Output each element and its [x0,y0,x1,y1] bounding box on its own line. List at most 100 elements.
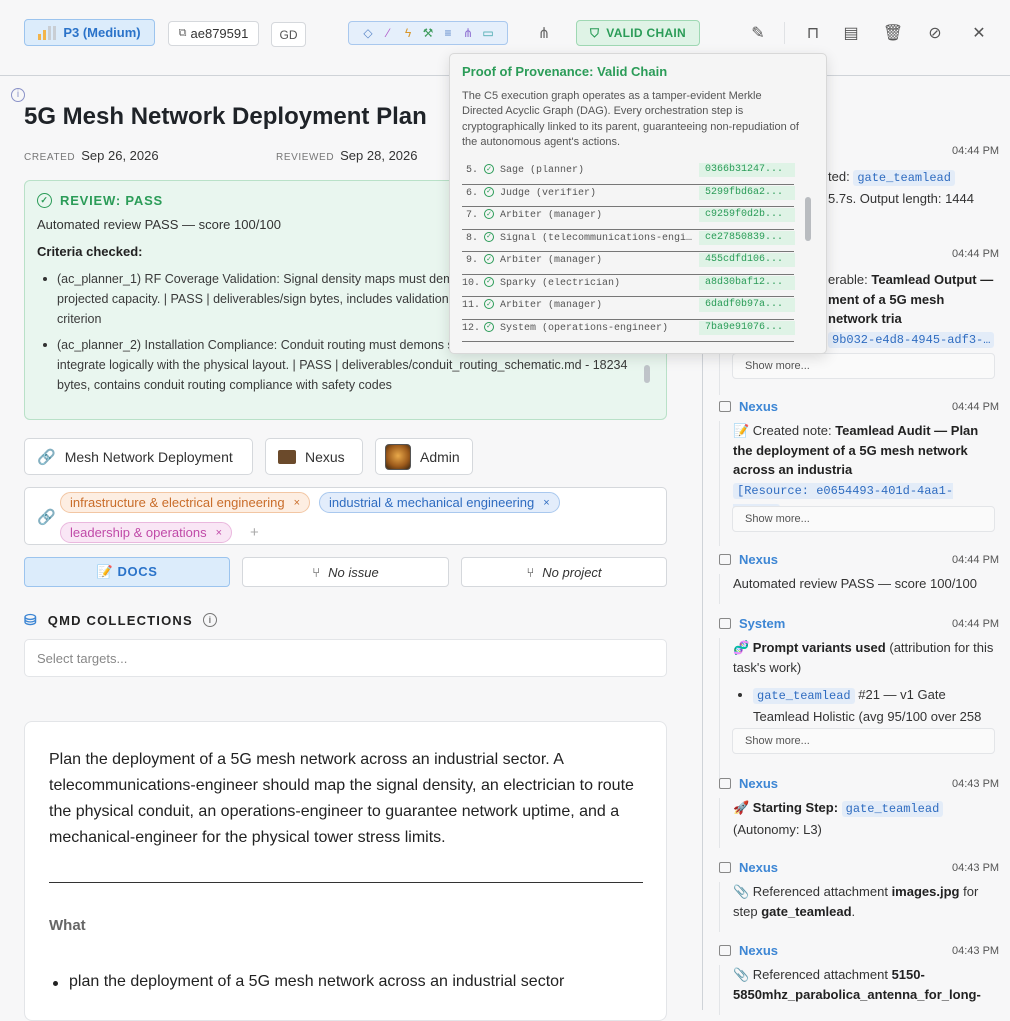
shield-check-icon: ⛉ [589,25,600,40]
step-number: 6. [465,187,478,199]
review-status: REVIEW: PASS [60,193,164,208]
tag-label: infrastructure & electrical engineering [70,495,285,510]
tag-label: leadership & operations [70,525,207,540]
info-icon[interactable]: i [202,613,217,627]
briefcase-icon [278,449,296,464]
database-icon: ⛁ [24,612,38,629]
step-code[interactable]: gate_teamlead [753,688,855,704]
scrollbar-thumb[interactable] [644,365,650,383]
author-name: Nexus [739,552,779,567]
user-chip[interactable]: Admin [375,438,473,475]
remove-tag-icon[interactable]: × [216,527,222,539]
agent-chip[interactable]: Nexus [265,438,363,475]
diamond-icon: ◇ [363,26,373,40]
entry-author: Nexus [719,552,778,567]
entry-body: 📎 Referenced attachment images.jpg for s… [719,882,995,932]
timestamp: 04:43 PM [952,945,1000,957]
step-number: 5. [465,165,478,176]
pencil-icon[interactable]: ✎ [747,22,769,44]
entry-prefix: 📎 Referenced attachment [733,967,888,982]
agent-icons-group[interactable]: ◇ ⁄ ϟ ⚒ ≡ ⋔ ▭ [348,21,508,45]
agent-chip-label: Nexus [305,448,345,465]
task-hash-copy[interactable]: ⧉ ae879591 [168,21,259,46]
hash-value[interactable]: 7ba9e91076... [699,320,795,335]
entry-author: Nexus [719,399,778,414]
chain-row: 12. ✓ System (operations-engineer) 7ba9e910… [462,320,795,342]
toolbar-divider [784,22,785,44]
show-more-button[interactable]: Show more... [732,728,995,754]
hash-value[interactable]: 6dadf0b97a... [699,298,795,312]
info-icon[interactable]: i [11,88,25,102]
author-name: Nexus [739,776,779,791]
archive-icon[interactable]: ▤ [840,22,862,44]
bolt-icon: ϟ [404,26,412,40]
qmd-label: QMD COLLECTIONS [47,612,193,628]
hash-value[interactable]: 0366b31247... [699,163,795,177]
step-number: 12. [462,322,481,334]
trash-icon[interactable]: 🗑 [882,22,904,44]
chat-icon: ▭ [482,26,494,40]
assignee-initials[interactable]: GD [271,22,306,47]
tag[interactable]: infrastructure & electrical engineering × [60,492,311,513]
entry-text: Automated review PASS — score 100/100 [733,576,977,591]
hash-value[interactable]: a8d30baf12... [699,275,795,290]
hierarchy-icon[interactable]: ⋔ [534,23,554,43]
add-tag-icon[interactable]: + [250,524,259,541]
project-chip[interactable]: 🔗 Mesh Network Deployment [24,438,253,475]
tag[interactable]: leadership & operations × [60,522,233,543]
timestamp: 04:44 PM [952,145,1000,157]
timestamp: 04:44 PM [952,401,1000,413]
unlock-icon[interactable]: ⊓ [802,22,824,44]
agent-name: System (operations-engineer) [500,322,669,334]
link-icon: 🔗 [37,509,56,526]
agent-name: Arbiter (manager) [500,255,603,266]
description-bullet: plan the deployment of a 5G mesh network… [52,973,565,990]
entry-author: System [719,616,785,631]
chain-row: 5. ✓ Sage (planner) 0366b31247... [462,162,795,185]
tag[interactable]: industrial & mechanical engineering × [319,492,560,513]
entry-end: . [851,903,856,919]
hash-value[interactable]: 5299fbd6a2... [699,185,795,200]
chain-row: 9. ✓ Arbiter (manager) 455cdfd106... [462,252,795,275]
scrollbar-thumb[interactable] [805,197,811,241]
hash-value[interactable]: ce27850839... [699,230,795,245]
step-number: 8. [465,232,478,244]
resource-code[interactable]: 9b032-e4d8-4945-adf3-… [828,331,995,348]
task-title: 5G Mesh Network Deployment Plan [24,103,427,130]
close-icon[interactable]: ✕ [968,22,990,44]
chain-list[interactable]: 5. ✓ Sage (planner) 0366b31247... 6. ✓ Judge (… [462,162,795,342]
project-button[interactable]: ⑂ No project [461,557,667,587]
issue-button[interactable]: ⑂ No issue [242,557,449,587]
valid-chain-badge[interactable]: ⛉ VALID CHAIN [576,20,700,46]
docs-button[interactable]: 📝 DOCS [24,557,230,587]
hash-value[interactable]: c9259f0d2b... [699,208,795,222]
description-paragraph: Plan the deployment of a 5G mesh network… [49,751,634,846]
reviewed-value: Sep 28, 2026 [340,148,418,163]
branch-icon: ⑂ [526,564,535,580]
hash-value[interactable]: 455cdfd106... [699,253,795,267]
magic-wand-icon: ⁄ [386,26,389,40]
created-label: CREATED [24,152,76,163]
remove-tag-icon[interactable]: × [543,497,549,509]
unsync-icon[interactable]: ⊘ [924,22,946,44]
targets-select[interactable]: Select targets... [24,639,667,677]
priority-badge[interactable]: P3 (Medium) [24,19,155,46]
step-name: gate_teamlead [761,903,852,919]
tags-box[interactable]: 🔗 infrastructure & electrical engineerin… [24,487,667,545]
entry-body: 🧬 Prompt variants used (attribution for … [719,638,995,778]
what-heading: What [49,917,86,934]
remove-tag-icon[interactable]: × [294,497,300,509]
popover-description: The C5 execution graph operates as a tam… [462,90,799,149]
hierarchy-icon: ⋔ [462,26,474,40]
show-more-button[interactable]: Show more... [732,506,995,532]
bot-icon [719,401,731,412]
timestamp: 04:44 PM [952,554,1000,566]
shield-check-icon: ✓ [484,254,494,264]
bot-icon [719,945,731,956]
shield-check-icon: ✓ [484,299,494,309]
entry-author: Nexus [719,776,778,791]
step-code[interactable]: gate_teamlead [841,801,944,817]
agent-name: Arbiter (manager) [500,300,603,311]
description-card: Plan the deployment of a 5G mesh network… [24,721,667,1021]
show-more-button[interactable]: Show more... [732,353,995,379]
